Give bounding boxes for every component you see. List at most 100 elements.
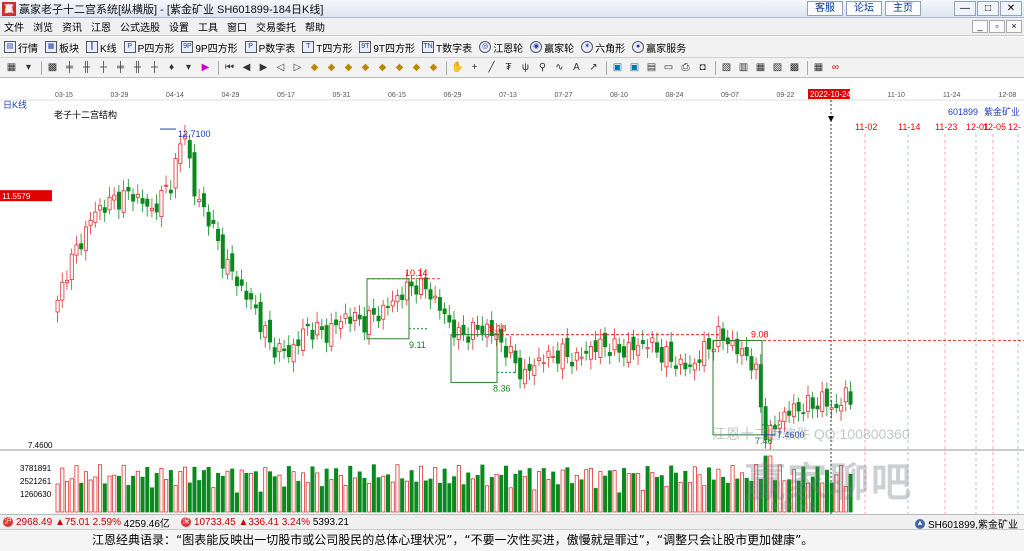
link-home[interactable]: 主页 [885, 1, 921, 16]
candle-down-icon[interactable]: ╪ [113, 60, 128, 75]
candle-body [702, 341, 707, 367]
toolbar-hexagon-button[interactable]: ✶ 六角形 [581, 40, 625, 55]
volume-bar [508, 487, 513, 513]
shift-left-icon[interactable]: ◆ [341, 60, 356, 75]
print-icon[interactable]: ⎙ [678, 60, 693, 75]
close-icon[interactable]: ✕ [1000, 1, 1022, 16]
cycle-icon[interactable]: ∿ [552, 60, 567, 75]
tool-icon[interactable]: ▩ [787, 60, 802, 75]
toolbar-service-button[interactable]: ● 赢家服务 [632, 40, 686, 55]
table-icon[interactable]: ▦ [811, 60, 826, 75]
crosshair-icon[interactable]: + [467, 60, 482, 75]
sh-index-icon: 沪 [3, 517, 13, 527]
menu-help[interactable]: 帮助 [305, 19, 325, 34]
menu-formula[interactable]: 公式选股 [120, 19, 160, 34]
grid-icon[interactable]: ▦ [4, 60, 19, 75]
toolbar-p-square-button[interactable]: P P四方形 [123, 40, 174, 55]
next-icon[interactable]: ▷ [290, 60, 305, 75]
kline-chart-area[interactable]: 03-15 03-29 04-14 04-29 05-17 05-31 06-15 06-29… [0, 78, 1024, 514]
candle-icon[interactable]: ╪ [62, 60, 77, 75]
fork-icon[interactable]: ψ [518, 60, 533, 75]
zoom-in-icon[interactable]: ◆ [307, 60, 322, 75]
list-icon[interactable]: ▤ [644, 60, 659, 75]
layout-icon[interactable]: ▥ [736, 60, 751, 75]
volume-bar [584, 469, 589, 513]
text-tool-icon[interactable]: A [569, 60, 584, 75]
first-icon[interactable]: ⏮ [222, 60, 237, 75]
camera-icon[interactable]: ◘ [695, 60, 710, 75]
link-service[interactable]: 客服 [807, 1, 843, 16]
minimize-icon[interactable]: — [954, 1, 976, 16]
highlight-date-label: 2022-10-24 [810, 90, 851, 99]
volume-bar [385, 474, 390, 513]
next-page-icon[interactable]: ▶ [256, 60, 271, 75]
toolbar-winner-wheel-button[interactable]: ◉ 赢家轮 [530, 40, 574, 55]
volume-bar [253, 471, 258, 513]
dropdown-arrow-icon[interactable]: ▾ [21, 60, 36, 75]
line-chart-icon[interactable]: ┼ [147, 60, 162, 75]
toolbar-kline-button[interactable]: ┃ K线 [86, 40, 117, 55]
line-tool-icon[interactable]: ╱ [484, 60, 499, 75]
toolbar-t-table-button[interactable]: TN T数字表 [422, 40, 472, 55]
dropdown-arrow-icon[interactable]: ▾ [181, 60, 196, 75]
prev-icon[interactable]: ◁ [273, 60, 288, 75]
infinity-icon[interactable]: ∞ [828, 60, 843, 75]
bar-icon[interactable]: ┼ [96, 60, 111, 75]
toolbar-t-square-button[interactable]: T T四方形 [302, 40, 352, 55]
mdi-restore-icon[interactable]: ▫ [989, 20, 1005, 33]
expand-icon[interactable]: ◆ [375, 60, 390, 75]
chart-icon[interactable]: ▨ [770, 60, 785, 75]
hand-icon[interactable]: ✋ [450, 60, 465, 75]
toolbar-p-table-button[interactable]: P P数字表 [244, 40, 295, 55]
map-icon[interactable]: ▧ [719, 60, 734, 75]
volume-bar [234, 492, 239, 513]
price-tool-icon[interactable]: ₮ [501, 60, 516, 75]
save-icon[interactable]: ▣ [627, 60, 642, 75]
sz-index-segment[interactable]: 深 10733.45 ▲336.41 3.24% 5393.21 [178, 517, 349, 528]
toolbar-9p-square-button[interactable]: 9P 9P四方形 [181, 40, 238, 55]
ohlc-icon[interactable]: ╫ [130, 60, 145, 75]
menu-gann[interactable]: 江恩 [91, 19, 111, 34]
calendar-icon[interactable]: ▣ [610, 60, 625, 75]
menu-file[interactable]: 文件 [4, 19, 24, 34]
menu-browse[interactable]: 浏览 [33, 19, 53, 34]
menu-tools[interactable]: 工具 [198, 19, 218, 34]
maximize-icon[interactable]: □ [977, 1, 999, 16]
zoom-out-icon[interactable]: ◆ [324, 60, 339, 75]
candle-up-icon[interactable]: ╫ [79, 60, 94, 75]
arrow-tool-icon[interactable]: ↗ [586, 60, 601, 75]
toolbar-sector-button[interactable]: ▦ 板块 [45, 40, 79, 55]
toolbar-9t-square-button[interactable]: 9T 9T四方形 [359, 40, 415, 55]
price-icon[interactable]: ♦ [164, 60, 179, 75]
down-arrow-icon[interactable]: ◆ [426, 60, 441, 75]
chart-mode-icon[interactable]: ▩ [45, 60, 60, 75]
date-tick-label: 04-29 [222, 92, 240, 99]
menu-info[interactable]: 资讯 [62, 19, 82, 34]
9t-square-icon: 9T [359, 41, 372, 53]
menu-trade[interactable]: 交易委托 [256, 19, 296, 34]
candle-body [791, 403, 796, 417]
flag-icon[interactable]: ▶ [198, 60, 213, 75]
volume-bar [730, 465, 735, 513]
link-forum[interactable]: 论坛 [846, 1, 882, 16]
menu-settings[interactable]: 设置 [169, 19, 189, 34]
toolbar-quotes-button[interactable]: ▤ 行情 [4, 40, 38, 55]
candle-body [579, 356, 584, 359]
calc-icon[interactable]: ▦ [753, 60, 768, 75]
sh-index-segment[interactable]: 沪 2968.49 ▲75.01 2.59% 4259.46亿 [0, 515, 170, 530]
window-icon[interactable]: ▭ [661, 60, 676, 75]
menu-window[interactable]: 窗口 [227, 19, 247, 34]
kline-chart[interactable]: 03-15 03-29 04-14 04-29 05-17 05-31 06-15 06-29… [0, 78, 1024, 514]
mdi-minimize-icon[interactable]: _ [972, 20, 988, 33]
prev-page-icon[interactable]: ◀ [239, 60, 254, 75]
contract-icon[interactable]: ◆ [392, 60, 407, 75]
toolbar-gann-wheel-button[interactable]: ◎ 江恩轮 [479, 40, 523, 55]
shift-right-icon[interactable]: ◆ [358, 60, 373, 75]
mdi-close-icon[interactable]: × [1006, 20, 1022, 33]
up-arrow-icon[interactable]: ◆ [409, 60, 424, 75]
candle-body [277, 343, 282, 353]
fib-icon[interactable]: ⚲ [535, 60, 550, 75]
date-tick-label: 05-17 [277, 92, 295, 99]
candle-body [178, 143, 183, 165]
volume-bar [390, 481, 395, 513]
